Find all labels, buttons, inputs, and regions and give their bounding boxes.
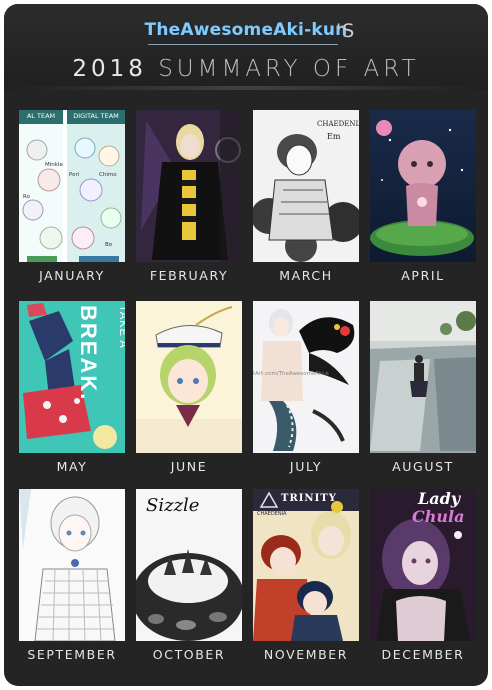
month-label-august: AUGUST (392, 459, 454, 474)
january-digital-team-label: DIGITAL TEAM (73, 112, 119, 120)
may-break-text: BREAK. (76, 305, 101, 402)
summary-frame: TheAwesomeAki-kun 'S 2018 SUMMARY OF ART (4, 4, 488, 686)
artwork-march[interactable]: CHAEDENIA Em (253, 110, 359, 262)
march-em-text: Em (327, 132, 341, 141)
month-label-march: MARCH (279, 268, 333, 283)
month-label-september: SEPTEMBER (27, 647, 117, 662)
artwork-january[interactable]: AL TEAM DIGITAL TEAM Minkle Pori Chimo R… (19, 110, 125, 262)
january-name-minkle: Minkle (45, 162, 63, 168)
artwork-september[interactable] (19, 489, 125, 641)
july-watermark: tArt.com/TheAwesomeAki-k (253, 371, 329, 377)
december-chula-title: Chula (412, 507, 465, 526)
april-art (370, 110, 476, 262)
page-title: 2018 SUMMARY OF ART (4, 56, 488, 82)
november-chaedenia-text: CHAEDENIA (257, 511, 287, 517)
january-name-chimo: Chimo (99, 172, 117, 178)
january-name-bo: Bo (105, 242, 113, 248)
summary-title-text: SUMMARY OF ART (158, 56, 420, 82)
month-label-june: JUNE (170, 459, 208, 474)
artwork-november[interactable]: TRINITY CHAEDENIA (253, 489, 359, 641)
month-label-december: DECEMBER (381, 647, 465, 662)
march-art (253, 110, 359, 262)
february-art (136, 110, 242, 262)
month-label-october: OCTOBER (152, 647, 226, 662)
username-link[interactable]: TheAwesomeAki-kun (4, 20, 488, 40)
artwork-may[interactable]: TAKE A BREAK. (19, 301, 125, 453)
artwork-april[interactable] (370, 110, 476, 262)
january-name-ro: Ro (23, 194, 30, 200)
artwork-august[interactable] (370, 301, 476, 453)
november-trinity-title: TRINITY (281, 493, 337, 504)
artwork-february[interactable] (136, 110, 242, 262)
october-sizzle-title: Sizzle (146, 495, 200, 516)
january-art (19, 110, 125, 262)
artwork-october[interactable]: Sizzle (136, 489, 242, 641)
year-text: 2018 (72, 56, 147, 82)
january-team-label: AL TEAM (26, 112, 56, 120)
month-label-april: APRIL (401, 268, 445, 283)
june-art (136, 301, 242, 453)
month-label-january: JANUARY (39, 268, 105, 283)
header-divider (4, 86, 488, 90)
month-label-november: NOVEMBER (263, 647, 349, 662)
july-art (253, 301, 359, 453)
artwork-july[interactable]: tArt.com/TheAwesomeAki-k (253, 301, 359, 453)
possessive-apostrophe: 'S (336, 20, 356, 42)
august-art (370, 301, 476, 453)
artwork-june[interactable] (136, 301, 242, 453)
month-label-may: MAY (56, 459, 88, 474)
march-chaedenia-text: CHAEDENIA (317, 120, 359, 128)
artwork-december[interactable]: Lady Chula (370, 489, 476, 641)
december-lady-title: Lady (418, 489, 461, 508)
month-label-february: FEBRUARY (149, 268, 229, 283)
january-name-pori: Pori (69, 172, 80, 178)
month-label-july: JULY (289, 459, 323, 474)
september-art (19, 489, 125, 641)
username-underline (148, 44, 338, 45)
